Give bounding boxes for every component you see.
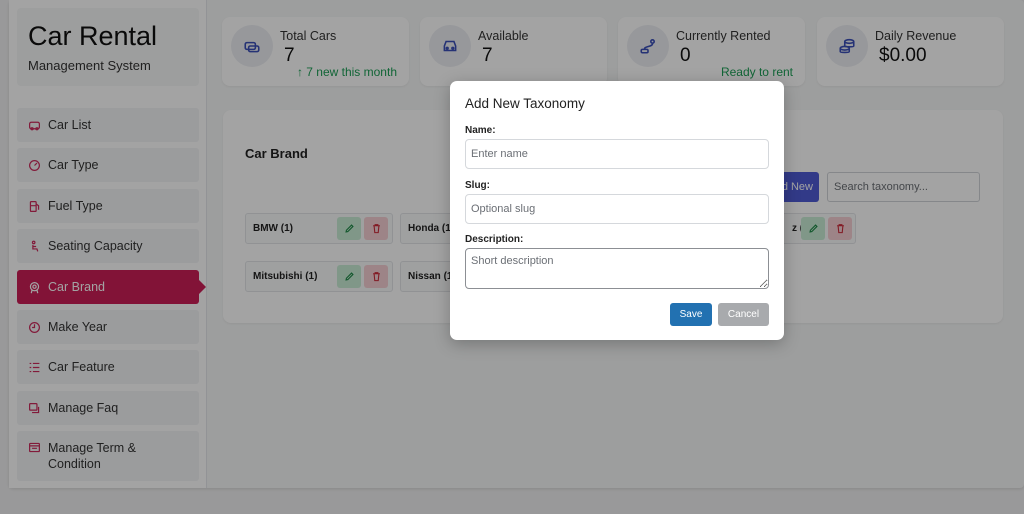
description-textarea[interactable] [465,248,769,289]
slug-input[interactable] [465,194,769,224]
slug-label: Slug: [465,180,490,191]
cancel-button[interactable]: Cancel [718,303,769,326]
name-input[interactable] [465,139,769,169]
add-taxonomy-modal: Add New Taxonomy Name: Slug: Description… [450,81,784,340]
description-label: Description: [465,234,524,245]
save-button[interactable]: Save [670,303,712,326]
name-label: Name: [465,125,496,136]
modal-title: Add New Taxonomy [465,96,585,111]
